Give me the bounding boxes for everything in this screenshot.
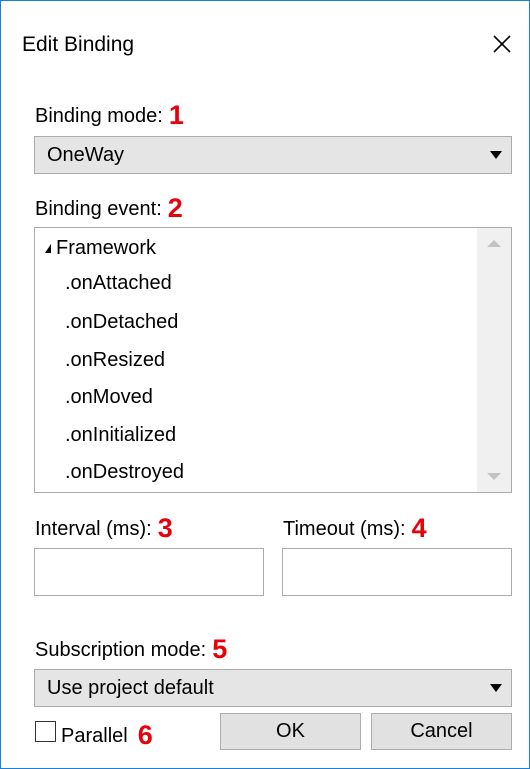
list-item[interactable]: .onResized	[65, 349, 165, 372]
list-scrollbar[interactable]	[477, 228, 511, 492]
scroll-down-icon[interactable]	[487, 473, 501, 480]
list-item[interactable]: .onDestroyed	[65, 461, 184, 484]
binding-event-list[interactable]: Framework .onAttached .onDetached .onRes…	[34, 227, 512, 493]
marker-2: 2	[167, 193, 183, 223]
marker-5: 5	[212, 634, 228, 664]
edit-binding-dialog: Edit Binding Binding mode: 1 OneWay Bindi…	[0, 0, 530, 769]
ok-button[interactable]: OK	[220, 713, 361, 750]
subscription-mode-label: Subscription mode: 5	[35, 634, 227, 665]
interval-label-text: Interval (ms):	[35, 518, 152, 540]
expand-triangle-icon[interactable]	[45, 244, 51, 253]
chevron-down-icon	[490, 151, 502, 159]
cancel-button[interactable]: Cancel	[371, 713, 512, 750]
parallel-checkbox[interactable]	[35, 721, 56, 742]
subscription-mode-label-text: Subscription mode:	[35, 639, 207, 661]
marker-3: 3	[157, 513, 173, 543]
interval-label: Interval (ms): 3	[35, 513, 173, 544]
binding-mode-label: Binding mode: 1	[35, 100, 184, 131]
list-item[interactable]: .onInitialized	[65, 424, 176, 447]
timeout-label-text: Timeout (ms):	[283, 518, 406, 540]
chevron-down-icon	[490, 684, 502, 692]
list-item[interactable]: .onDetached	[65, 311, 178, 334]
parallel-label: Parallel 6	[61, 720, 153, 751]
subscription-mode-select[interactable]: Use project default	[34, 669, 512, 707]
binding-mode-label-text: Binding mode:	[35, 105, 163, 127]
scroll-up-icon[interactable]	[487, 240, 501, 247]
parallel-label-text: Parallel	[61, 725, 128, 747]
marker-1: 1	[168, 100, 184, 130]
marker-6: 6	[137, 720, 153, 750]
list-item[interactable]: .onAttached	[65, 272, 172, 295]
timeout-input[interactable]	[282, 548, 512, 596]
dialog-title: Edit Binding	[22, 33, 135, 56]
subscription-mode-value: Use project default	[47, 677, 214, 699]
list-group-label: Framework	[56, 237, 157, 259]
timeout-label: Timeout (ms): 4	[283, 513, 427, 544]
list-item[interactable]: .onMoved	[65, 386, 153, 409]
list-group-framework[interactable]: Framework	[45, 237, 156, 260]
interval-input[interactable]	[34, 548, 264, 596]
binding-event-label-text: Binding event:	[35, 198, 162, 220]
binding-event-label: Binding event: 2	[35, 193, 183, 224]
binding-mode-select[interactable]: OneWay	[34, 136, 512, 174]
close-icon[interactable]	[489, 31, 515, 57]
marker-4: 4	[411, 513, 427, 543]
binding-mode-value: OneWay	[47, 144, 125, 166]
